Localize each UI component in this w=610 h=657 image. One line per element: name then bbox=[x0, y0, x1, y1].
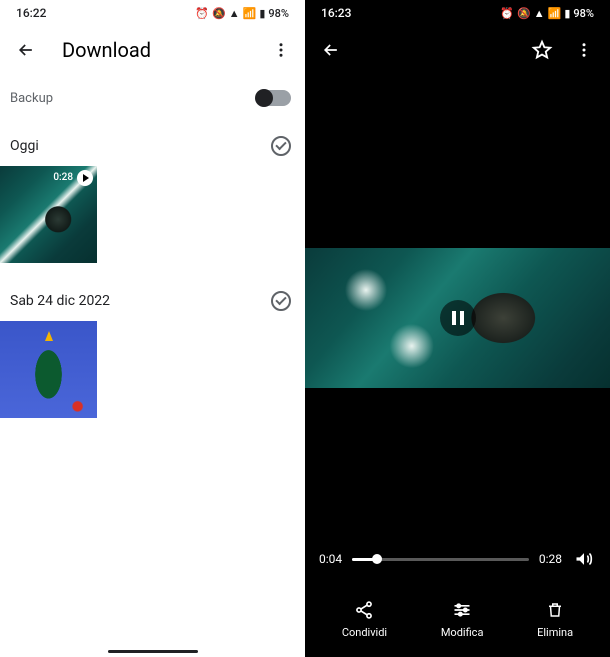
battery-text: 98% bbox=[573, 7, 594, 20]
status-bar: 16:23 ⏰ 🔕 ▲ 📶 ▮ 98% bbox=[305, 0, 610, 26]
viewer-screen: 16:23 ⏰ 🔕 ▲ 📶 ▮ 98% 0:04 bbox=[305, 0, 610, 657]
wifi-icon: ▲ bbox=[534, 7, 545, 20]
backup-label: Backup bbox=[10, 91, 53, 106]
more-button[interactable] bbox=[572, 38, 596, 62]
current-time: 0:04 bbox=[319, 552, 342, 566]
date-label: Sab 24 dic 2022 bbox=[10, 293, 110, 309]
thumb-row bbox=[0, 321, 305, 434]
share-button[interactable]: Condividi bbox=[342, 600, 387, 639]
wifi-icon: ▲ bbox=[229, 7, 240, 20]
favorite-button[interactable] bbox=[530, 38, 554, 62]
status-time: 16:22 bbox=[16, 6, 46, 20]
dnd-icon: 🔕 bbox=[517, 7, 531, 20]
select-day-button[interactable] bbox=[271, 136, 291, 156]
playback-controls: 0:04 0:28 bbox=[305, 547, 610, 571]
backup-toggle[interactable] bbox=[257, 90, 291, 106]
battery-text: 98% bbox=[268, 7, 289, 20]
back-button[interactable] bbox=[319, 38, 343, 62]
alarm-icon: ⏰ bbox=[195, 7, 209, 20]
nav-indicator bbox=[108, 650, 198, 653]
back-button[interactable] bbox=[14, 38, 38, 62]
share-icon bbox=[354, 600, 374, 620]
action-row: Condividi Modifica Elimina bbox=[305, 600, 610, 639]
thumb-row: 0:28 bbox=[0, 166, 305, 279]
battery-icon: ▮ bbox=[259, 7, 265, 20]
header: Download bbox=[0, 26, 305, 74]
delete-button[interactable]: Elimina bbox=[537, 600, 573, 639]
volume-button[interactable] bbox=[572, 547, 596, 571]
total-time: 0:28 bbox=[539, 552, 562, 566]
status-time: 16:23 bbox=[321, 6, 351, 20]
trash-icon bbox=[545, 600, 565, 620]
status-icons: ⏰ 🔕 ▲ 📶 ▮ 98% bbox=[500, 7, 594, 20]
seekbar[interactable] bbox=[352, 558, 529, 561]
delete-label: Elimina bbox=[537, 626, 573, 639]
backup-row: Backup bbox=[0, 74, 305, 124]
select-day-button[interactable] bbox=[271, 291, 291, 311]
tune-icon bbox=[452, 600, 472, 620]
status-bar: 16:22 ⏰ 🔕 ▲ 📶 ▮ 98% bbox=[0, 0, 305, 26]
play-icon bbox=[77, 170, 93, 186]
album-screen: 16:22 ⏰ 🔕 ▲ 📶 ▮ 98% Download Backup Oggi… bbox=[0, 0, 305, 657]
share-label: Condividi bbox=[342, 626, 387, 639]
video-duration: 0:28 bbox=[53, 172, 73, 183]
date-header-today: Oggi bbox=[0, 124, 305, 166]
video-thumbnail[interactable]: 0:28 bbox=[0, 166, 97, 263]
edit-button[interactable]: Modifica bbox=[441, 600, 484, 639]
date-header-past: Sab 24 dic 2022 bbox=[0, 279, 305, 321]
signal-icon: 📶 bbox=[243, 7, 257, 20]
alarm-icon: ⏰ bbox=[500, 7, 514, 20]
page-title: Download bbox=[62, 38, 245, 62]
more-button[interactable] bbox=[269, 38, 293, 62]
video-viewport[interactable] bbox=[305, 248, 610, 388]
edit-label: Modifica bbox=[441, 626, 484, 639]
signal-icon: 📶 bbox=[548, 7, 562, 20]
status-icons: ⏰ 🔕 ▲ 📶 ▮ 98% bbox=[195, 7, 289, 20]
pause-button[interactable] bbox=[440, 300, 476, 336]
battery-icon: ▮ bbox=[564, 7, 570, 20]
viewer-header bbox=[305, 26, 610, 74]
date-label: Oggi bbox=[10, 138, 39, 154]
dnd-icon: 🔕 bbox=[212, 7, 226, 20]
image-thumbnail[interactable] bbox=[0, 321, 97, 418]
